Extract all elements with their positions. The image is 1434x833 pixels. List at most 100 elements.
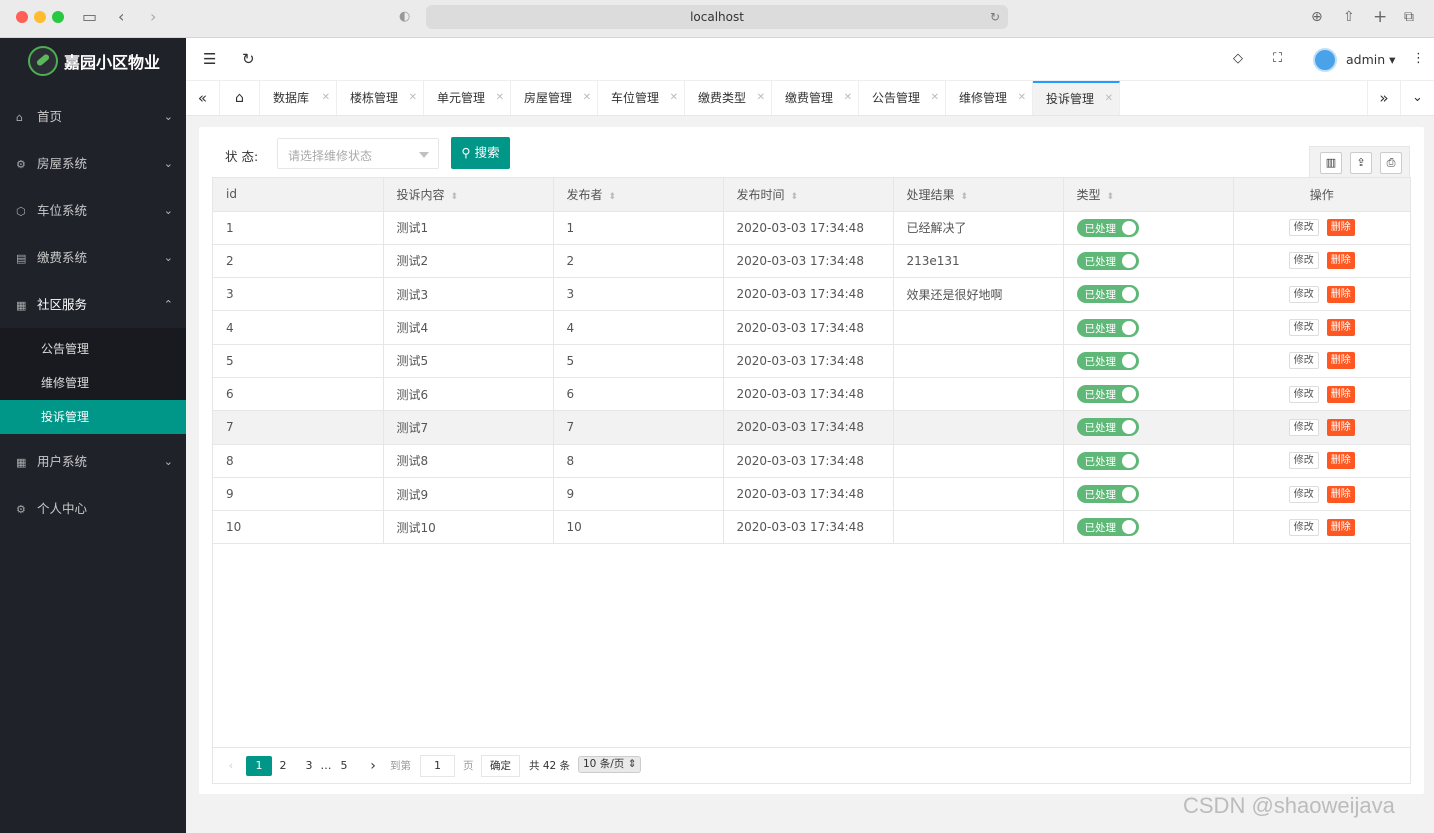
table-row[interactable]: 7 测试7 7 2020-03-03 17:34:48 已处理 修改 删除 [213,410,1410,445]
column-header-publisher[interactable]: 发布者 ⬍ [553,178,724,212]
tab-complaints[interactable]: 投诉管理 ✕ [1033,81,1120,115]
forward-icon[interactable]: › [150,8,156,26]
close-icon[interactable]: ✕ [322,81,330,115]
page-1[interactable]: 1 [246,756,272,776]
column-header-id[interactable]: id [213,178,384,212]
tab-parking[interactable]: 车位管理 ✕ [598,81,685,115]
close-icon[interactable]: ✕ [1105,83,1113,115]
prev-page-icon[interactable]: ‹ [223,756,239,776]
share-icon[interactable]: ⇧ [1343,8,1355,26]
tab-home-icon[interactable]: ⌂ [220,81,260,115]
status-toggle[interactable]: 已处理 [1076,318,1139,337]
more-vertical-icon[interactable]: ⋮ [1412,50,1425,68]
delete-button[interactable]: 删除 [1326,352,1355,370]
maximize-window-button[interactable] [52,11,64,23]
sidebar-item-parking[interactable]: ⬡ 车位系统 ⌄ [0,187,186,234]
sidebar-item-housing[interactable]: ⚙ 房屋系统 ⌄ [0,140,186,187]
status-toggle[interactable]: 已处理 [1076,518,1139,537]
column-header-type[interactable]: 类型 ⬍ [1063,178,1234,212]
close-icon[interactable]: ✕ [670,81,678,115]
close-icon[interactable]: ✕ [583,81,591,115]
page-2[interactable]: 2 [276,756,290,776]
status-toggle[interactable]: 已处理 [1076,418,1139,437]
user-menu[interactable]: admin ▾ [1346,52,1395,67]
delete-button[interactable]: 删除 [1326,385,1355,403]
status-toggle[interactable]: 已处理 [1076,385,1139,404]
edit-button[interactable]: 修改 [1288,319,1319,337]
table-row[interactable]: 3 测试3 3 2020-03-03 17:34:48 效果还是很好地啊 已处理 修改 删除 [213,277,1410,312]
columns-icon[interactable]: ▥ [1320,152,1342,174]
edit-button[interactable]: 修改 [1288,219,1319,237]
sidebar-toggle-icon[interactable]: ▭ [82,8,97,26]
edit-button[interactable]: 修改 [1288,485,1319,503]
close-icon[interactable]: ✕ [496,81,504,115]
table-row[interactable]: 4 测试4 4 2020-03-03 17:34:48 已处理 修改 删除 [213,310,1410,345]
close-window-button[interactable] [16,11,28,23]
next-page-icon[interactable]: › [365,756,381,776]
minimize-window-button[interactable] [34,11,46,23]
status-toggle[interactable]: 已处理 [1076,451,1139,470]
export-icon[interactable]: ⇪ [1350,152,1372,174]
tab-repairs[interactable]: 维修管理 ✕ [946,81,1033,115]
table-row[interactable]: 6 测试6 6 2020-03-03 17:34:48 已处理 修改 删除 [213,377,1410,412]
tag-icon[interactable]: ◇ [1233,50,1243,68]
sort-icon[interactable]: ⬍ [609,192,617,202]
search-button[interactable]: ⚲ 搜索 [451,137,510,169]
sidebar-item-users[interactable]: ▦ 用户系统 ⌄ [0,438,186,485]
delete-button[interactable]: 删除 [1326,285,1355,303]
tab-database[interactable]: 数据库 ✕ [260,81,337,115]
download-icon[interactable]: ⊕ [1311,8,1323,26]
delete-button[interactable]: 删除 [1326,418,1355,436]
goto-confirm-button[interactable]: 确定 [481,755,520,777]
delete-button[interactable]: 删除 [1326,219,1355,237]
status-select[interactable]: 请选择维修状态 [277,138,439,169]
table-row[interactable]: 2 测试2 2 2020-03-03 17:34:48 213e131 已处理 修改 删除 [213,244,1410,279]
tab-units[interactable]: 单元管理 ✕ [424,81,511,115]
tab-fees[interactable]: 缴费管理 ✕ [772,81,859,115]
sidebar-item-billing[interactable]: ▤ 缴费系统 ⌄ [0,234,186,281]
delete-button[interactable]: 删除 [1326,452,1355,470]
sidebar-item-profile[interactable]: ⚙ 个人中心 [0,485,186,532]
goto-page-input[interactable]: 1 [420,755,455,777]
page-5[interactable]: 5 [337,756,351,776]
tab-buildings[interactable]: 楼栋管理 ✕ [337,81,424,115]
column-header-content[interactable]: 投诉内容 ⬍ [383,178,554,212]
address-bar[interactable]: localhost ↻ [426,5,1008,29]
edit-button[interactable]: 修改 [1288,418,1319,436]
close-icon[interactable]: ✕ [409,81,417,115]
sort-icon[interactable]: ⬍ [451,192,459,202]
reload-icon[interactable]: ↻ [990,5,1000,29]
sidebar-item-community[interactable]: ▦ 社区服务 ⌃ [0,281,186,328]
table-row[interactable]: 1 测试1 1 2020-03-03 17:34:48 已经解决了 已处理 修改 删除 [213,211,1410,245]
sidebar-item-home[interactable]: ⌂ 首页 ⌄ [0,93,186,140]
tab-houses[interactable]: 房屋管理 ✕ [511,81,598,115]
status-toggle[interactable]: 已处理 [1076,351,1139,370]
sort-icon[interactable]: ⬍ [791,192,799,202]
back-icon[interactable]: ‹ [118,8,124,26]
tab-overview-icon[interactable]: ⧉ [1404,8,1414,26]
tab-notices[interactable]: 公告管理 ✕ [859,81,946,115]
print-icon[interactable]: ⎙ [1380,152,1402,174]
new-tab-icon[interactable]: + [1373,8,1387,26]
status-toggle[interactable]: 已处理 [1076,251,1139,270]
close-icon[interactable]: ✕ [844,81,852,115]
submenu-item-repairs[interactable]: 维修管理 [0,366,186,400]
table-row[interactable]: 5 测试5 5 2020-03-03 17:34:48 已处理 修改 删除 [213,344,1410,378]
status-toggle[interactable]: 已处理 [1076,485,1139,504]
close-icon[interactable]: ✕ [931,81,939,115]
edit-button[interactable]: 修改 [1288,252,1319,270]
close-icon[interactable]: ✕ [1018,81,1026,115]
refresh-icon[interactable]: ↻ [242,50,255,68]
submenu-item-complaints[interactable]: 投诉管理 [0,400,186,434]
edit-button[interactable]: 修改 [1288,385,1319,403]
column-header-time[interactable]: 发布时间 ⬍ [723,178,894,212]
submenu-item-notices[interactable]: 公告管理 [0,332,186,366]
edit-button[interactable]: 修改 [1288,285,1319,303]
page-size-select[interactable]: 10 条/页 ⇕ [578,756,642,773]
close-icon[interactable]: ✕ [757,81,765,115]
sort-icon[interactable]: ⬍ [1107,192,1115,202]
tabs-dropdown-icon[interactable]: ⌄ [1401,81,1434,115]
edit-button[interactable]: 修改 [1288,518,1319,536]
avatar[interactable] [1313,48,1337,72]
delete-button[interactable]: 删除 [1326,252,1355,270]
